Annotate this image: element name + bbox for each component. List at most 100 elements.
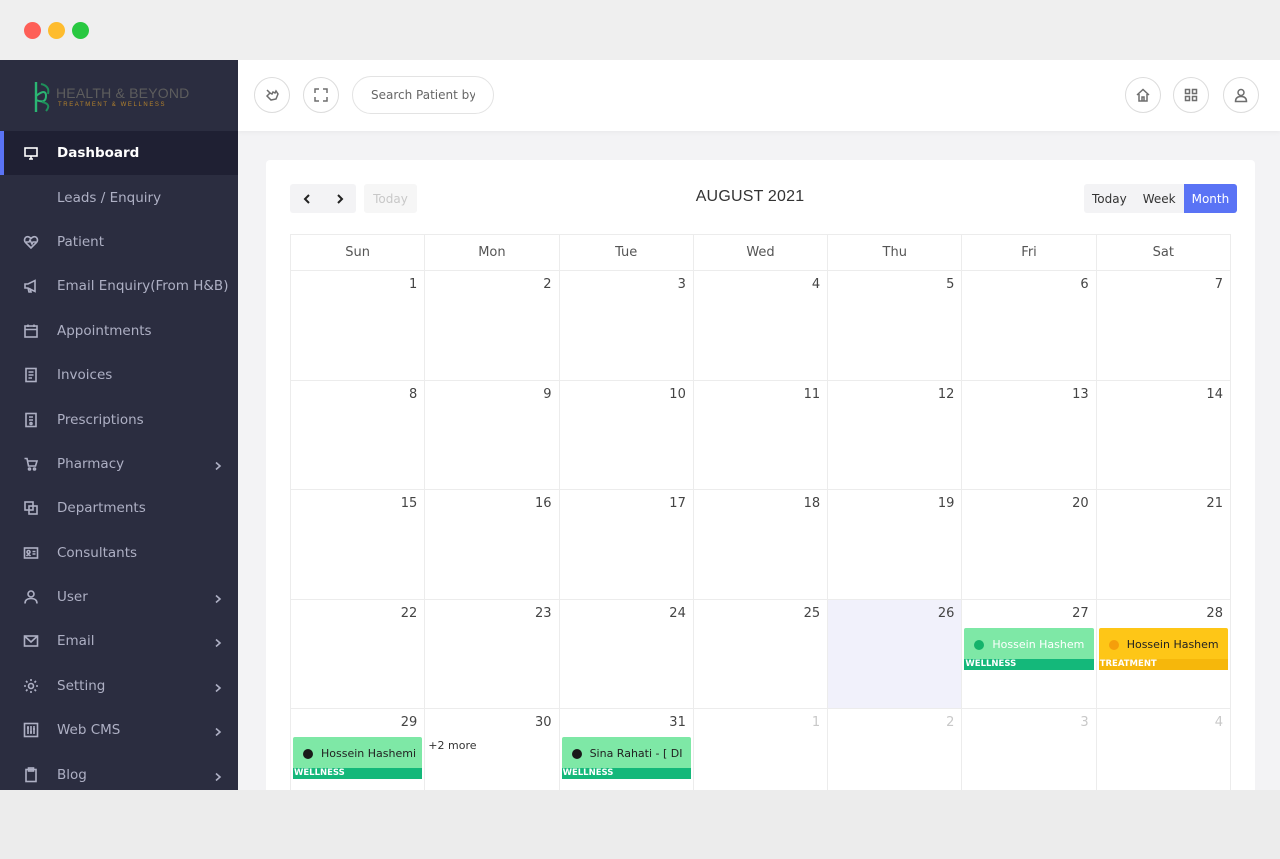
chevron-right-icon xyxy=(215,639,222,648)
sidebar-item-user[interactable]: User xyxy=(0,575,238,619)
calendar-event[interactable]: Sina Rahati - [ DI WELLNESS xyxy=(561,737,691,780)
chevron-right-icon xyxy=(215,461,222,471)
day-cell[interactable]: 2 xyxy=(425,271,560,381)
profile-button[interactable] xyxy=(1223,77,1259,113)
minimize-window-button[interactable] xyxy=(48,22,65,39)
day-cell[interactable]: 20 xyxy=(962,490,1097,600)
sidebar-item-pharmacy[interactable]: Pharmacy xyxy=(0,442,238,486)
day-number: 19 xyxy=(937,496,955,512)
day-cell[interactable]: 12 xyxy=(828,380,963,491)
sidebar-item-appointments[interactable]: Appointments xyxy=(0,309,238,353)
day-number: 20 xyxy=(1072,496,1089,512)
view-today-button[interactable]: Today xyxy=(1084,184,1135,213)
day-number: 16 xyxy=(535,496,552,512)
week-row: 1 2 3 4 5 6 7 xyxy=(291,271,1231,381)
day-cell[interactable]: 19 xyxy=(828,490,963,600)
sidebar-item-dashboard[interactable]: Dashboard xyxy=(0,131,238,176)
view-month-button[interactable]: Month xyxy=(1183,184,1238,213)
day-cell[interactable]: 6 xyxy=(962,271,1097,381)
event-title: Hossein Hashemi xyxy=(321,747,417,761)
id-card-icon xyxy=(22,544,40,562)
maximize-window-button[interactable] xyxy=(72,22,89,39)
sidebar-item-patient[interactable]: Patient xyxy=(0,220,238,264)
search-input[interactable] xyxy=(352,76,494,114)
close-window-button[interactable] xyxy=(24,22,41,39)
sidebar: HEALTH & BEYOND TREATMENT & WELLNESS Das… xyxy=(0,60,238,790)
day-cell[interactable]: 1 xyxy=(291,271,426,381)
day-number: 14 xyxy=(1206,386,1223,402)
sidebar-item-invoices[interactable]: Invoices xyxy=(0,353,238,397)
user-icon xyxy=(22,588,40,606)
calendar-event[interactable]: Hossein Hashem TREATMENT xyxy=(1098,627,1228,670)
day-cell[interactable]: 24 xyxy=(559,599,694,710)
sidebar-item-email-enquiry-from-h-b[interactable]: Email Enquiry(From H&B) xyxy=(0,264,238,308)
apps-grid-button[interactable] xyxy=(1173,77,1209,113)
day-cell[interactable]: 17 xyxy=(559,490,694,600)
window-bottom xyxy=(0,790,1280,859)
day-cell[interactable]: 26 xyxy=(828,599,963,710)
expand-chevron xyxy=(213,459,223,471)
sidebar-item-leads-enquiry[interactable]: Leads / Enquiry xyxy=(0,175,238,219)
day-cell[interactable]: 15 xyxy=(291,490,426,600)
home-button[interactable] xyxy=(1125,77,1161,113)
day-cell[interactable]: 28 Hossein Hashem TREATMENT xyxy=(1096,599,1231,710)
day-number: 9 xyxy=(543,386,552,402)
day-cell[interactable]: 8 xyxy=(291,380,426,491)
day-cell[interactable]: 3 xyxy=(962,709,1097,790)
day-cell[interactable]: 11 xyxy=(693,380,829,491)
brand-text: HEALTH & BEYOND TREATMENT & WELLNESS xyxy=(56,85,189,109)
day-cell[interactable]: 16 xyxy=(425,490,560,600)
calendar-card: Today AUGUST 2021 Today Week Month Sun Mon T… xyxy=(266,160,1255,790)
day-cell[interactable]: 14 xyxy=(1096,380,1231,491)
day-number: 31 xyxy=(669,715,686,731)
sidebar-item-departments[interactable]: Departments xyxy=(0,486,238,530)
day-cell[interactable]: 5 xyxy=(828,271,963,381)
calendar-event[interactable]: Hossein Hashem WELLNESS xyxy=(964,627,1094,670)
day-cell[interactable]: 29 Hossein Hashemi WELLNESS xyxy=(291,709,426,790)
day-cell[interactable]: 21 xyxy=(1096,490,1231,600)
sidebar-item-prescriptions[interactable]: Prescriptions xyxy=(0,397,238,441)
weeks: 1 2 3 4 5 6 7 8 9 10 11 12 13 14 15 16 17 18 19 20 21 22 23 24 2… xyxy=(291,271,1231,790)
day-number: 24 xyxy=(669,605,686,621)
day-cell[interactable]: 10 xyxy=(559,380,694,491)
sidebar-item-setting[interactable]: Setting xyxy=(0,664,238,708)
expand-chevron xyxy=(213,770,223,781)
event-title: Sina Rahati - [ DI xyxy=(589,747,683,761)
day-cell[interactable]: 31 Sina Rahati - [ DI WELLNESS xyxy=(560,709,694,790)
day-cell[interactable]: 27 Hossein Hashem WELLNESS xyxy=(962,599,1097,710)
sidebar-item-label: Patient xyxy=(57,233,105,250)
week-row: 22 23 24 25 26 27 Hossein Hashem WELLNESS 28 Hoss… xyxy=(291,599,1231,710)
day-cell[interactable]: 7 xyxy=(1096,271,1231,381)
brand-logo[interactable]: HEALTH & BEYOND TREATMENT & WELLNESS xyxy=(32,78,189,116)
sidebar-item-label: Appointments xyxy=(57,322,152,339)
weekday-header: Tue xyxy=(559,235,694,271)
day-cell[interactable]: 22 xyxy=(291,599,426,710)
day-cell[interactable]: 4 xyxy=(693,271,829,381)
day-cell[interactable]: 30 +2 more xyxy=(425,709,560,790)
month-grid: Sun Mon Tue Wed Thu Fri Sat 1 2 3 4 5 6 7 8 9 10 11 12 13 1… xyxy=(290,234,1231,790)
more-events-link[interactable]: +2 more xyxy=(428,739,476,752)
day-cell[interactable]: 9 xyxy=(425,380,560,491)
day-cell[interactable]: 4 xyxy=(1097,709,1231,790)
day-number: 10 xyxy=(669,386,686,402)
day-cell[interactable]: 18 xyxy=(693,490,829,600)
sidebar-item-consultants[interactable]: Consultants xyxy=(0,531,238,575)
fullscreen-button[interactable] xyxy=(303,77,339,113)
sidebar-item-web-cms[interactable]: Web CMS xyxy=(0,708,238,752)
day-cell[interactable]: 3 xyxy=(559,271,694,381)
hand-pointer-button[interactable] xyxy=(254,77,290,113)
calendar-event[interactable]: Hossein Hashemi WELLNESS xyxy=(293,737,423,780)
week-row: 29 Hossein Hashemi WELLNESS 30 +2 more 31 Sina… xyxy=(291,709,1231,790)
day-cell[interactable]: 1 xyxy=(694,709,829,790)
sidebar-item-blog[interactable]: Blog xyxy=(0,752,238,790)
sidebar-item-email[interactable]: Email xyxy=(0,619,238,663)
sidebar-item-label: Prescriptions xyxy=(57,411,144,428)
day-number: 30 xyxy=(535,715,552,731)
day-cell[interactable]: 23 xyxy=(425,599,560,710)
day-cell[interactable]: 13 xyxy=(962,380,1097,491)
day-number: 6 xyxy=(1080,277,1089,292)
day-cell[interactable]: 2 xyxy=(828,709,963,790)
day-cell[interactable]: 25 xyxy=(693,599,829,710)
view-week-button[interactable]: Week xyxy=(1134,184,1184,213)
day-number: 4 xyxy=(1214,715,1223,731)
